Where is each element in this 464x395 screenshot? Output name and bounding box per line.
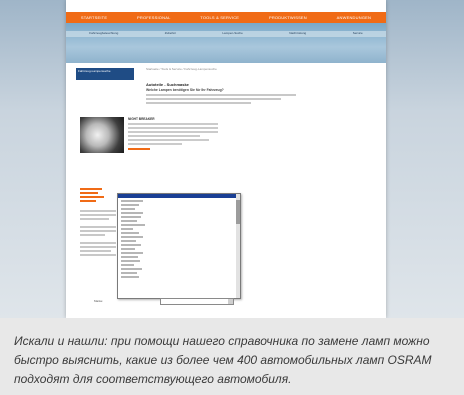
list-item[interactable] <box>121 236 143 238</box>
text-line <box>128 143 182 145</box>
text-line <box>80 242 116 244</box>
text-line <box>128 135 200 137</box>
text-line <box>128 139 209 141</box>
text-line <box>146 98 281 100</box>
text-line <box>80 218 109 220</box>
top-navigation-bar: STARTSEITE PROFESSIONAL TOOLS & SERVICE … <box>66 12 386 23</box>
selected-option[interactable] <box>118 194 240 198</box>
text-line <box>80 254 116 256</box>
page-title: Autoteile - Suchmaske <box>146 82 189 87</box>
list-item[interactable] <box>121 276 139 278</box>
list-item[interactable] <box>121 272 137 274</box>
subnav-item[interactable]: Fahrzeugbeleuchtung <box>89 31 118 35</box>
list-item[interactable] <box>121 228 133 230</box>
text-line <box>80 226 116 228</box>
list-item[interactable] <box>121 252 143 254</box>
background-right <box>386 0 464 318</box>
text-line <box>80 210 116 212</box>
list-item[interactable] <box>121 204 139 206</box>
lamp-product-photo <box>80 117 124 153</box>
link-item[interactable] <box>80 196 104 198</box>
list-item[interactable] <box>121 256 138 258</box>
text-line <box>80 234 106 236</box>
nav-item-professional[interactable]: PROFESSIONAL <box>137 15 171 20</box>
vehicle-make-select[interactable] <box>160 298 234 305</box>
background-left <box>0 0 66 318</box>
list-item[interactable] <box>121 216 141 218</box>
page-subtitle: Welche Lampen benötigen Sie für Ihr Fahr… <box>146 88 224 92</box>
content-intro: Autoteile - Suchmaske Welche Lampen benö… <box>146 82 296 104</box>
text-line <box>146 94 296 96</box>
list-item[interactable] <box>121 220 137 222</box>
link-item[interactable] <box>80 188 102 190</box>
nav-item-applications[interactable]: ANWENDUNGEN <box>337 15 371 20</box>
nav-item-home[interactable]: STARTSEITE <box>81 15 107 20</box>
subnav-item[interactable]: Lampen-Suche <box>222 31 242 35</box>
list-item[interactable] <box>121 200 143 202</box>
list-item[interactable] <box>121 244 141 246</box>
body-text <box>80 208 116 256</box>
scrollbar-thumb[interactable] <box>236 200 240 224</box>
nav-item-products[interactable]: PRODUKTWISSEN <box>269 15 307 20</box>
list-item[interactable] <box>121 268 142 270</box>
vehicle-make-dropdown-list[interactable] <box>117 193 241 299</box>
list-item[interactable] <box>121 260 140 262</box>
text-line <box>128 127 218 129</box>
subnav-item[interactable]: Nachrüstung <box>289 31 306 35</box>
sidebar-item-label: Fahrzeug-Lampensuche <box>78 69 111 73</box>
list-item[interactable] <box>121 232 139 234</box>
subnav-item[interactable]: Zubehör <box>165 31 176 35</box>
text-line <box>80 250 111 252</box>
product-teaser: NIGHT BREAKER <box>128 117 218 150</box>
list-item[interactable] <box>121 248 135 250</box>
sub-navigation: Fahrzeugbeleuchtung Zubehör Lampen-Suche… <box>66 29 386 36</box>
text-line <box>146 102 251 104</box>
list-item[interactable] <box>121 264 134 266</box>
list-item[interactable] <box>121 240 136 242</box>
breadcrumb: Startseite / Tools & Service / Fahrzeug-… <box>146 67 217 71</box>
nav-item-tools[interactable]: TOOLS & SERVICE <box>200 15 239 20</box>
orange-link-list <box>80 186 110 202</box>
caption-box: Искали и нашли: при помощи нашего справо… <box>0 318 464 395</box>
list-item[interactable] <box>121 224 145 226</box>
subnav-item[interactable]: Service <box>353 31 363 35</box>
chevron-down-icon[interactable] <box>228 299 233 304</box>
text-line <box>80 230 116 232</box>
combo-label: Marke: <box>94 299 104 303</box>
list-item[interactable] <box>121 212 143 214</box>
caption-text: Искали и нашли: при помощи нашего справо… <box>14 334 432 386</box>
text-line <box>128 123 218 125</box>
list-item[interactable] <box>121 208 135 210</box>
sidebar-active-item[interactable]: Fahrzeug-Lampensuche <box>76 68 134 80</box>
text-line <box>80 214 116 216</box>
teaser-title: NIGHT BREAKER <box>128 117 155 121</box>
header-banner: Fahrzeugbeleuchtung Zubehör Lampen-Suche… <box>66 23 386 63</box>
more-link[interactable] <box>128 148 150 150</box>
link-item[interactable] <box>80 200 96 202</box>
text-line <box>128 131 218 133</box>
text-line <box>80 246 116 248</box>
link-item[interactable] <box>80 192 98 194</box>
website-screenshot: STARTSEITE PROFESSIONAL TOOLS & SERVICE … <box>0 0 464 318</box>
